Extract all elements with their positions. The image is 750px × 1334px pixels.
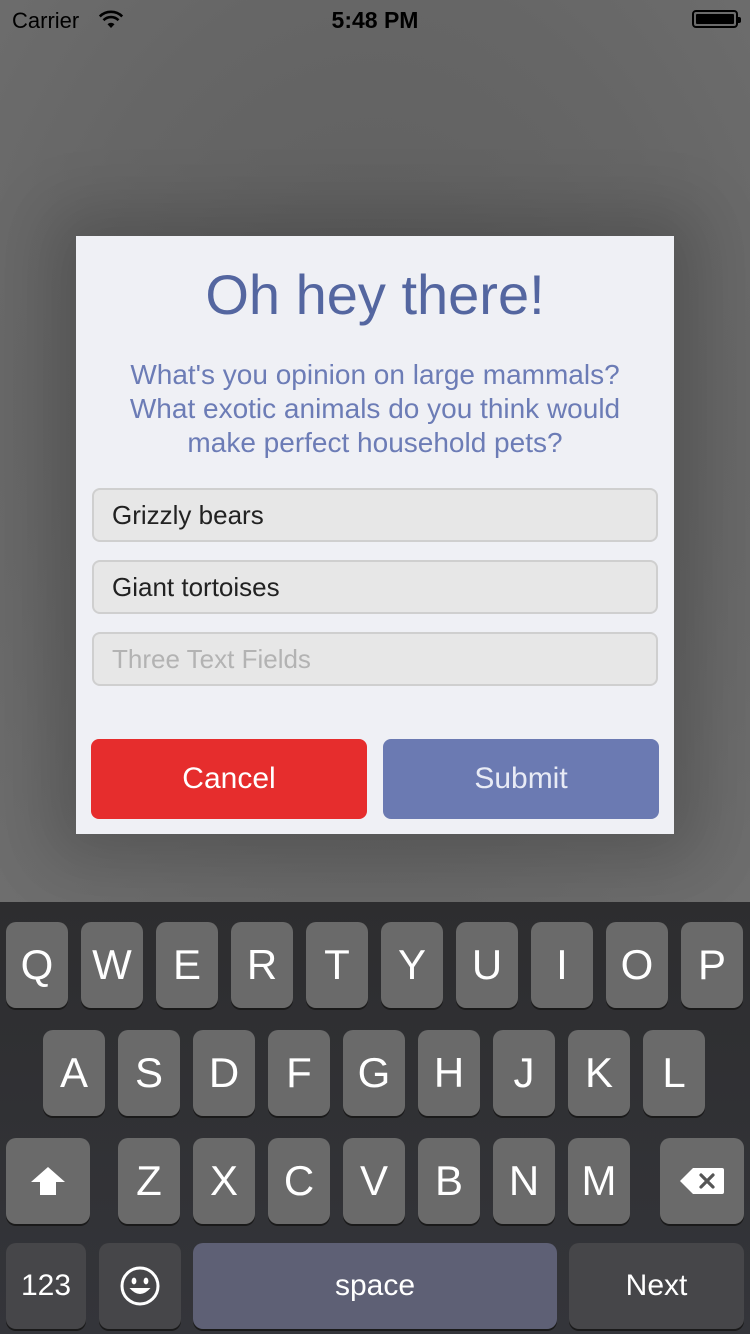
key-x[interactable]: X	[193, 1138, 255, 1224]
shift-arrow-icon	[31, 1167, 65, 1195]
key-c[interactable]: C	[268, 1138, 330, 1224]
battery-icon	[692, 10, 741, 28]
key-y[interactable]: Y	[381, 922, 443, 1008]
next-key[interactable]: Next	[569, 1243, 744, 1329]
keyboard: Q W E R T Y U I O P A S D F G H J K L Z …	[0, 902, 750, 1334]
key-d[interactable]: D	[193, 1030, 255, 1116]
submit-button[interactable]: Submit	[383, 739, 659, 819]
cancel-button[interactable]: Cancel	[91, 739, 367, 819]
key-z[interactable]: Z	[118, 1138, 180, 1224]
key-k[interactable]: K	[568, 1030, 630, 1116]
dialog-message: What's you opinion on large mammals? Wha…	[76, 358, 674, 460]
message-line: make perfect household pets?	[187, 427, 563, 458]
status-bar: Carrier 5:48 PM	[0, 0, 750, 40]
key-g[interactable]: G	[343, 1030, 405, 1116]
key-h[interactable]: H	[418, 1030, 480, 1116]
emoji-key[interactable]	[99, 1243, 181, 1329]
key-f[interactable]: F	[268, 1030, 330, 1116]
key-j[interactable]: J	[493, 1030, 555, 1116]
key-q[interactable]: Q	[6, 922, 68, 1008]
key-u[interactable]: U	[456, 922, 518, 1008]
message-line: What's you opinion on large mammals?	[130, 359, 620, 390]
delete-key[interactable]	[660, 1138, 744, 1224]
numbers-key[interactable]: 123	[6, 1243, 86, 1329]
message-line: What exotic animals do you think would	[129, 393, 621, 424]
key-b[interactable]: B	[418, 1138, 480, 1224]
backspace-icon	[680, 1168, 724, 1194]
key-l[interactable]: L	[643, 1030, 705, 1116]
key-v[interactable]: V	[343, 1138, 405, 1224]
text-field-3[interactable]: Three Text Fields	[92, 632, 658, 686]
space-key[interactable]: space	[193, 1243, 557, 1329]
dialog-title: Oh hey there!	[205, 263, 545, 326]
clock: 5:48 PM	[331, 7, 419, 33]
key-n[interactable]: N	[493, 1138, 555, 1224]
key-e[interactable]: E	[156, 922, 218, 1008]
text-field-1[interactable]: Grizzly bears	[92, 488, 658, 542]
key-a[interactable]: A	[43, 1030, 105, 1116]
key-s[interactable]: S	[118, 1030, 180, 1116]
shift-key[interactable]	[6, 1138, 90, 1224]
text-field-2[interactable]: Giant tortoises	[92, 560, 658, 614]
key-i[interactable]: I	[531, 922, 593, 1008]
emoji-smiley-icon	[120, 1266, 160, 1306]
key-t[interactable]: T	[306, 922, 368, 1008]
key-m[interactable]: M	[568, 1138, 630, 1224]
key-r[interactable]: R	[231, 922, 293, 1008]
key-o[interactable]: O	[606, 922, 668, 1008]
key-w[interactable]: W	[81, 922, 143, 1008]
key-p[interactable]: P	[681, 922, 743, 1008]
